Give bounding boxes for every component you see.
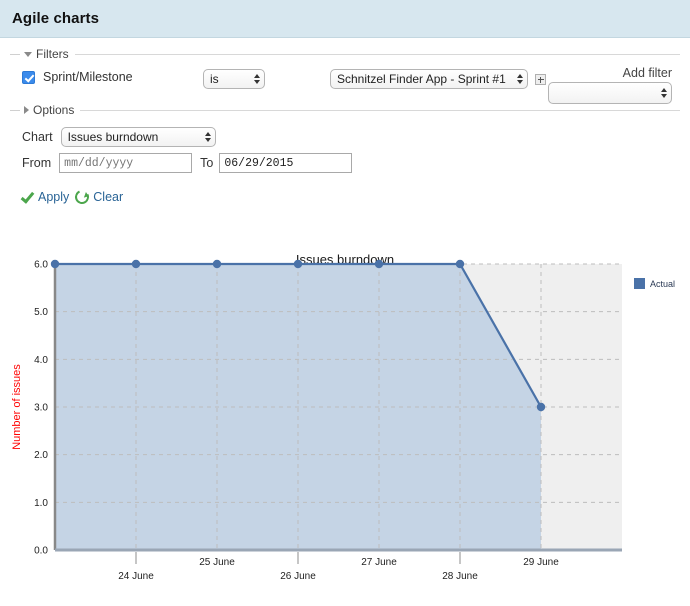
add-filter-label: Add filter [622,66,672,80]
add-filter-block: Add filter [548,66,672,104]
chart-label: Chart [22,130,53,144]
apply-label: Apply [38,190,70,204]
filters-legend-label: Filters [36,47,69,61]
legend-swatch [634,278,645,289]
page-title: Agile charts [12,10,100,27]
sprint-value-select[interactable]: Schnitzel Finder App - Sprint #1 [330,69,528,89]
legend-dash [10,53,20,55]
data-point [536,402,546,412]
data-point [50,259,60,269]
chart-select[interactable]: Issues burndown [60,127,216,147]
options-toggle[interactable]: Options [24,103,80,117]
svg-text:4.0: 4.0 [34,355,48,366]
svg-text:6.0: 6.0 [34,260,48,271]
clear-button[interactable]: Clear [73,188,124,206]
chart-select-wrap: Issues burndown [60,127,216,147]
green-reload-icon [73,188,92,206]
svg-text:29 June: 29 June [523,557,559,568]
svg-text:3.0: 3.0 [34,403,48,414]
options-legend-row: Options [10,102,680,118]
operator-select[interactable]: is [203,69,265,89]
options-fieldset: Options Chart Issues burndown From To [10,102,680,176]
options-legend-label: Options [33,103,75,117]
svg-text:0.0: 0.0 [34,546,48,557]
triangle-down-icon [24,51,32,57]
filter-row-sprint-milestone: Sprint/Milestone [22,70,133,84]
filters-fieldset: Filters Sprint/Milestone is Schnitzel Fi… [10,46,680,104]
add-filter-select-wrap [548,82,672,104]
y-axis-ticks: 0.0 1.0 2.0 3.0 4.0 5.0 6.0 [34,260,48,557]
to-label: To [200,156,214,170]
data-point [374,259,384,269]
page-header: Agile charts [0,0,690,38]
burndown-chart: 0.0 1.0 2.0 3.0 4.0 5.0 6.0 24 June 25 June 26 J… [11,259,675,583]
data-point [131,259,141,269]
svg-text:26 June: 26 June [280,571,316,582]
legend-rule [74,53,680,55]
x-axis-ticks: 24 June 25 June 26 June 27 June 28 June 29 Ju… [118,552,559,582]
chart-container: Issues burndown 0.0 1.0 2.0 3.0 4.0 5.0 6.0 24… [0,228,690,606]
action-row: Apply Clear [10,178,680,206]
filters-body: Sprint/Milestone is Schnitzel Finder App… [10,66,680,104]
apply-button[interactable]: Apply [20,190,69,204]
date-from-input[interactable] [59,153,193,173]
clear-label: Clear [93,190,124,204]
sprint-milestone-label: Sprint/Milestone [43,70,133,84]
date-range-row: From To [22,150,680,176]
add-filter-select[interactable] [548,82,672,104]
data-point [212,259,222,269]
sprint-milestone-checkbox[interactable] [22,70,35,84]
filters-legend-row: Filters [10,46,680,62]
svg-text:27 June: 27 June [361,557,397,568]
from-label: From [22,156,52,170]
legend-rule [80,109,680,111]
svg-text:5.0: 5.0 [34,307,48,318]
svg-text:25 June: 25 June [199,557,235,568]
options-body: Chart Issues burndown From To [10,124,680,176]
y-axis-title: Number of issues [11,364,23,450]
data-point [293,259,303,269]
svg-text:28 June: 28 June [442,571,478,582]
value-select-wrap: Schnitzel Finder App - Sprint #1 [330,69,528,89]
plus-icon[interactable] [535,74,546,85]
legend-label: Actual [650,279,675,289]
svg-text:1.0: 1.0 [34,498,48,509]
filters-toggle[interactable]: Filters [24,47,75,61]
operator-select-wrap: is [203,69,265,89]
green-check-icon [20,190,34,204]
chart-row: Chart Issues burndown [22,124,680,150]
legend-dash [10,109,20,111]
query-form: Filters Sprint/Milestone is Schnitzel Fi… [0,38,690,206]
svg-text:24 June: 24 June [118,571,154,582]
date-to-input[interactable] [219,153,353,173]
data-point [455,259,465,269]
triangle-right-icon [24,106,29,114]
svg-text:2.0: 2.0 [34,450,48,461]
